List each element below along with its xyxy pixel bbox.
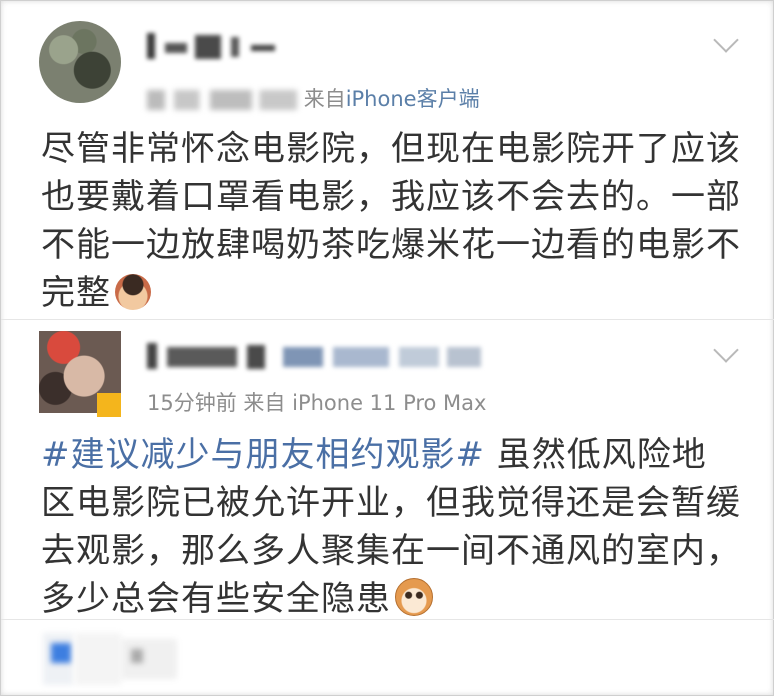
post-meta: 来自iPhone客户端 bbox=[147, 83, 480, 113]
source-client[interactable]: iPhone客户端 bbox=[346, 87, 480, 111]
comment-divider bbox=[1, 619, 774, 620]
weibo-comment-2: 15分钟前 来自 iPhone 11 Pro Max #建议减少与朋友相约观影#… bbox=[1, 319, 774, 619]
weibo-comment-1: 来自iPhone客户端 尽管非常怀念电影院，但现在电影院开了应该也要戴着口罩看电… bbox=[1, 1, 774, 319]
post-meta: 15分钟前 来自 iPhone 11 Pro Max bbox=[147, 387, 486, 417]
cat-face-emoji-icon bbox=[395, 578, 433, 616]
username-blurred[interactable] bbox=[147, 33, 297, 59]
post-time-blurred bbox=[147, 90, 297, 110]
source-prefix: 来自 bbox=[243, 391, 286, 415]
source-prefix: 来自 bbox=[303, 87, 346, 111]
chevron-down-icon[interactable] bbox=[713, 27, 739, 53]
verified-badge-icon bbox=[97, 393, 121, 417]
comment-text: 尽管非常怀念电影院，但现在电影院开了应该也要戴着口罩看电影，我应该不会去的。一部… bbox=[41, 125, 741, 317]
source-client[interactable]: iPhone 11 Pro Max bbox=[292, 391, 486, 415]
username-blurred[interactable] bbox=[147, 343, 487, 369]
comment-text: #建议减少与朋友相约观影# 虽然低风险地区电影院已被允许开业，但我觉得还是会暂缓… bbox=[41, 431, 741, 623]
user-avatar[interactable] bbox=[39, 21, 121, 103]
boy-face-emoji-icon bbox=[115, 274, 151, 310]
next-comment-avatar-blurred[interactable] bbox=[41, 629, 181, 689]
post-time: 15分钟前 bbox=[147, 391, 237, 415]
hashtag-link[interactable]: #建议减少与朋友相约观影# bbox=[41, 435, 485, 475]
chevron-down-icon[interactable] bbox=[713, 337, 739, 363]
